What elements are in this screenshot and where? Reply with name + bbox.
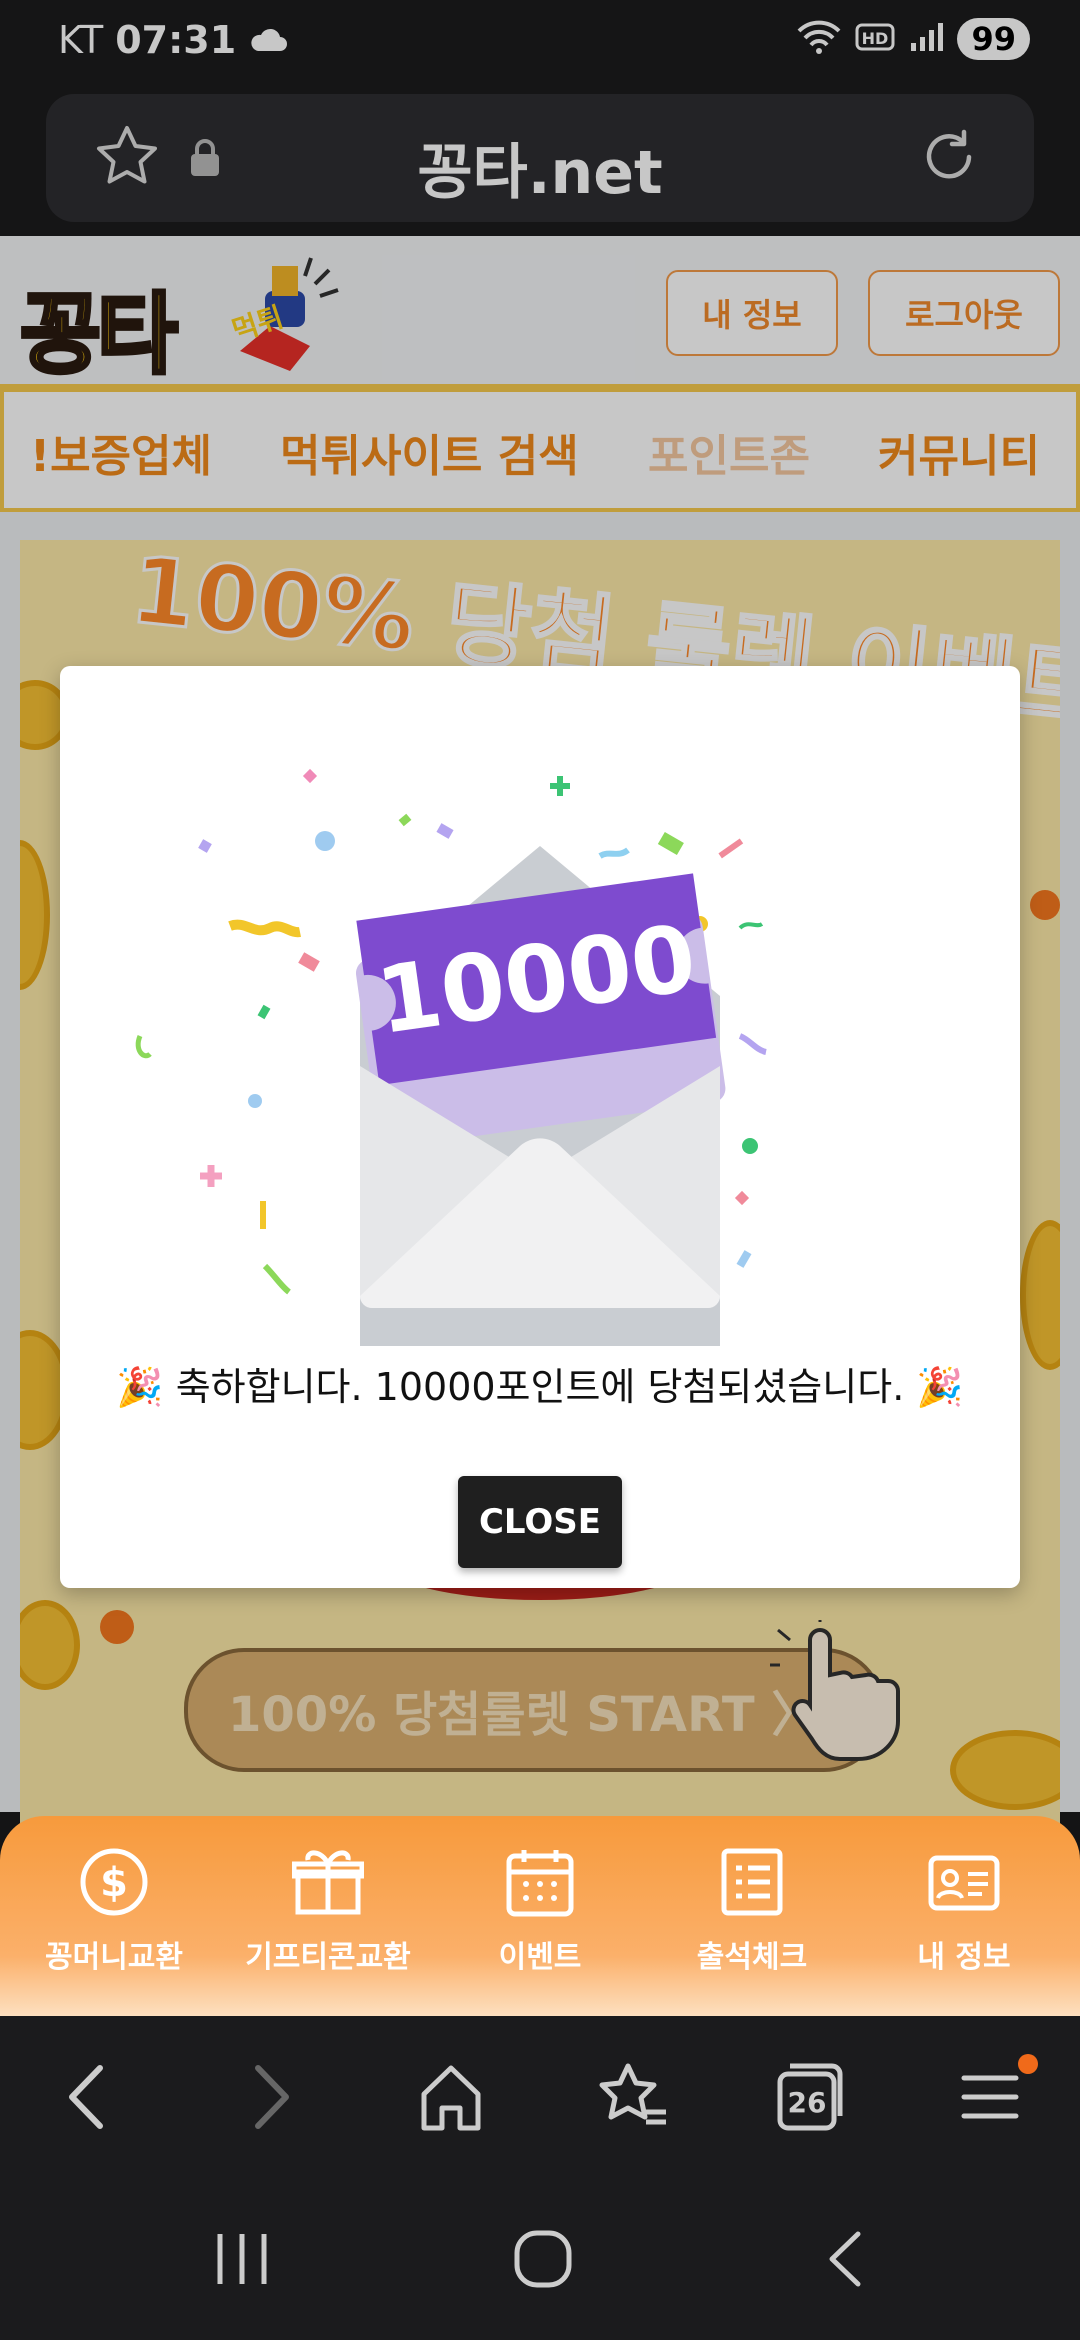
reload-icon[interactable]	[918, 126, 980, 192]
dollar-icon: $	[80, 1848, 148, 1916]
nav-item-verified-sites[interactable]: !보증업체	[30, 420, 212, 484]
system-back-icon[interactable]	[820, 2228, 868, 2294]
site-header: 꽁타 먹튀 내 정보 로그아웃	[0, 236, 1080, 388]
nav-item-community[interactable]: 커뮤니티	[878, 420, 1040, 484]
confetti-dot	[100, 1610, 134, 1644]
tabs-icon[interactable]: 26	[774, 2060, 846, 2138]
bottom-nav-gifticon-exchange[interactable]: 기프티콘교환	[220, 1846, 436, 1976]
recent-apps-icon[interactable]	[214, 2228, 270, 2294]
bottom-nav-events[interactable]: 이벤트	[432, 1846, 648, 1976]
back-icon[interactable]	[62, 2060, 110, 2138]
prize-envelope-illustration: 10000	[135, 768, 767, 1346]
menu-icon[interactable]	[960, 2060, 1020, 2138]
bookmarks-icon[interactable]	[594, 2060, 670, 2138]
id-card-icon	[928, 1855, 1000, 1911]
status-bar: KT 07:31 HD 99	[0, 0, 1080, 84]
site-logo[interactable]: 꽁타 먹튀	[18, 256, 340, 388]
tab-count: 26	[788, 2086, 827, 2119]
bottom-nav-label: 기프티콘교환	[245, 1940, 411, 1975]
checklist-icon	[721, 1848, 783, 1916]
bottom-nav-my-info[interactable]: 내 정보	[856, 1846, 1072, 1976]
bottom-nav-label: 출석체크	[696, 1940, 808, 1975]
logout-button[interactable]: 로그아웃	[868, 270, 1060, 356]
signal-icon	[909, 21, 944, 57]
bottom-nav-label: 내 정보	[917, 1940, 1011, 1975]
url-text: 꽁타.net	[417, 138, 663, 208]
notification-dot	[1018, 2054, 1038, 2074]
url-field[interactable]: 꽁타.net	[46, 94, 1034, 222]
battery-level: 99	[957, 18, 1030, 60]
site-bottom-nav: $ 꽁머니교환 기프티콘교환 이벤트 출석체크 내 정보	[0, 1816, 1080, 2016]
cloud-icon	[248, 18, 288, 62]
nav-item-scam-search[interactable]: 먹튀사이트 검색	[280, 420, 579, 484]
bottom-nav-attendance[interactable]: 출석체크	[644, 1846, 860, 1976]
svg-text:$: $	[100, 1860, 128, 1906]
carrier-label: KT	[58, 18, 104, 62]
wifi-icon	[797, 19, 841, 59]
coin-decoration	[20, 840, 50, 990]
bottom-nav-label: 꽁머니교환	[45, 1940, 183, 1975]
coin-decoration	[1020, 1220, 1060, 1370]
logo-text: 꽁타	[18, 281, 180, 388]
home-button-icon[interactable]	[512, 2228, 574, 2294]
browser-toolbar: 26	[0, 2016, 1080, 2188]
hammer-icon: 먹튀	[228, 257, 339, 371]
bottom-nav-label: 이벤트	[498, 1940, 582, 1975]
gift-icon	[292, 1850, 364, 1915]
close-button[interactable]: CLOSE	[458, 1476, 622, 1568]
svg-text:HD: HD	[862, 29, 889, 48]
nav-item-point-zone[interactable]: 포인트존	[648, 420, 810, 484]
prize-modal: 10000 🎉 축하합니다. 10000포인트에 당첨되셨습니다. 🎉 CLOS…	[60, 666, 1020, 1588]
calendar-icon	[506, 1850, 574, 1917]
home-icon[interactable]	[418, 2060, 484, 2138]
system-navigation-bar	[0, 2188, 1080, 2340]
confetti-dot	[1030, 890, 1060, 920]
clock: 07:31	[115, 18, 237, 62]
coin-decoration	[20, 1600, 80, 1690]
hd-icon: HD	[855, 21, 895, 57]
bottom-nav-exchange-money[interactable]: $ 꽁머니교환	[6, 1846, 222, 1976]
pointer-hand-icon	[770, 1620, 900, 1761]
congratulations-message: 🎉 축하합니다. 10000포인트에 당첨되셨습니다. 🎉	[116, 1365, 964, 1409]
coin-decoration	[950, 1730, 1060, 1810]
browser-address-bar: 꽁타.net	[0, 84, 1080, 236]
my-info-button[interactable]: 내 정보	[666, 270, 838, 356]
forward-icon[interactable]	[248, 2060, 296, 2138]
main-nav: !보증업체 먹튀사이트 검색 포인트존 커뮤니티	[0, 384, 1080, 512]
